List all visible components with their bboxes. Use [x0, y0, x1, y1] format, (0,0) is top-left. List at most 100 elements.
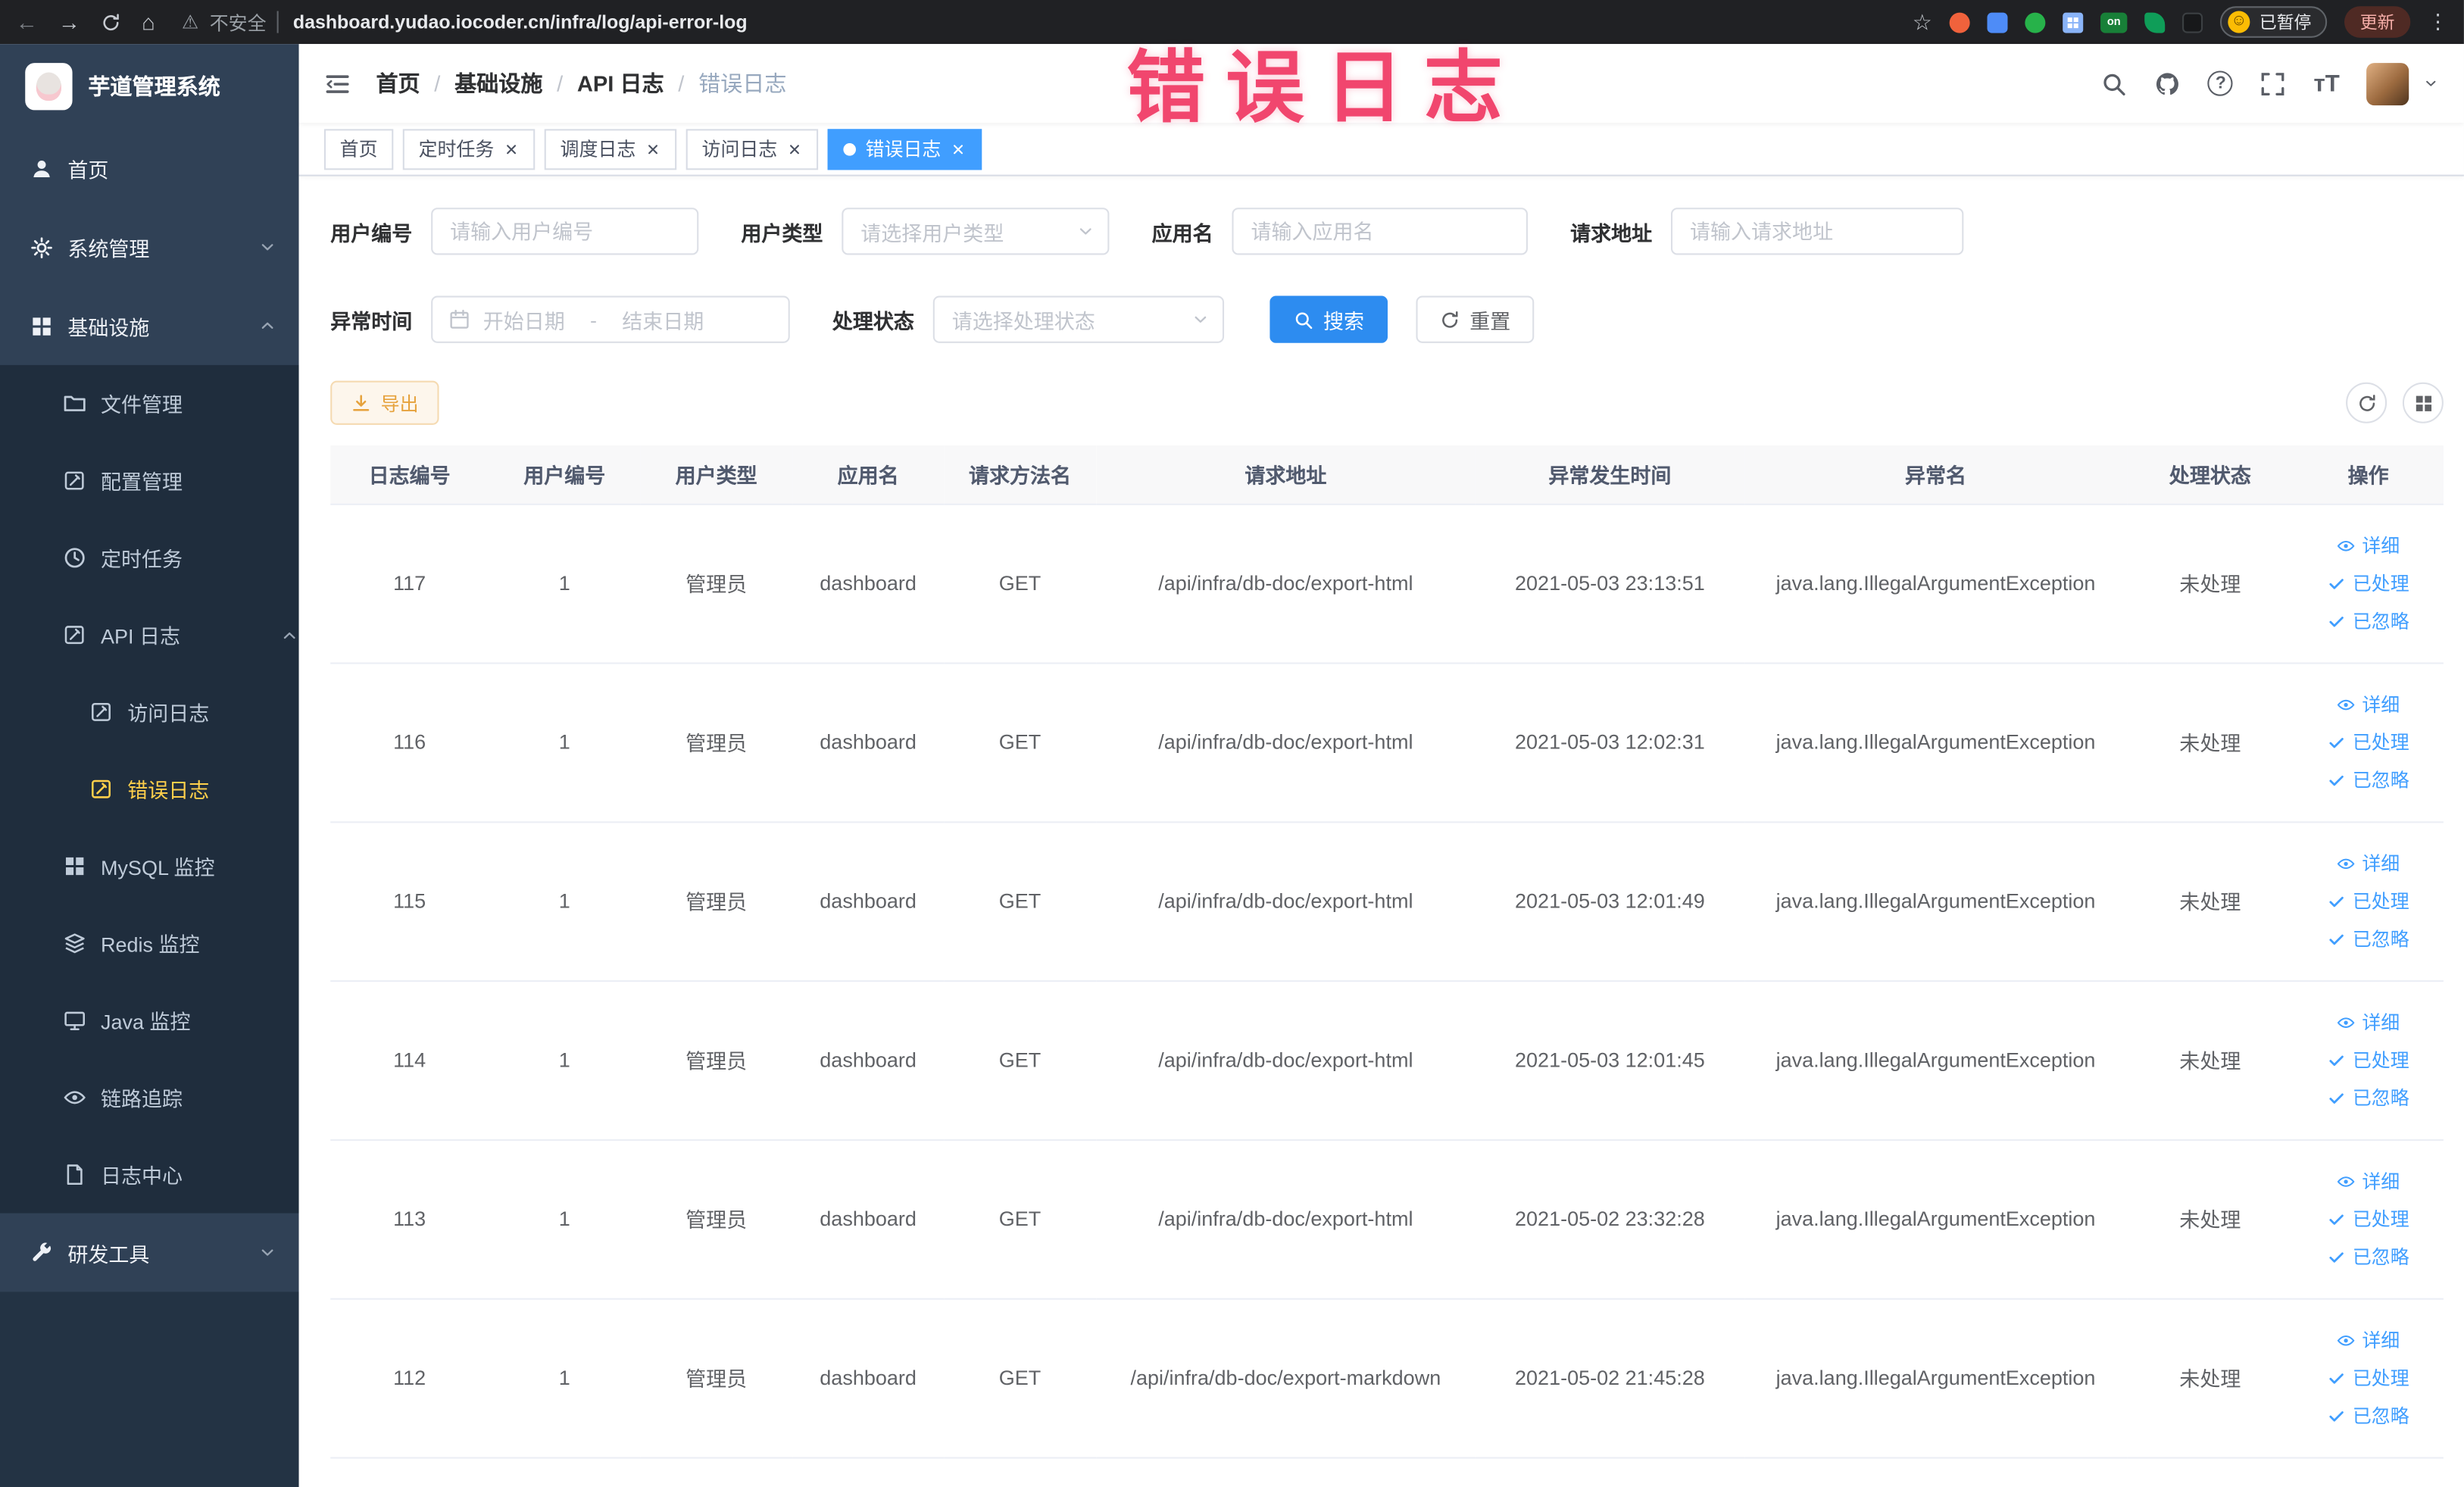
action-processed-link[interactable]: 已处理: [2328, 1205, 2409, 1232]
action-ignored-link[interactable]: 已忽略: [2328, 925, 2409, 951]
app-logo[interactable]: 芋道管理系统: [0, 44, 299, 129]
action-processed-link[interactable]: 已处理: [2328, 729, 2409, 755]
user-type-select[interactable]: 请选择用户类型: [842, 208, 1110, 255]
sidebar-item-dev-tools[interactable]: 研发工具: [0, 1214, 299, 1292]
tab-error-log[interactable]: 错误日志: [827, 128, 982, 170]
browser-menu-icon[interactable]: ⋮: [2428, 9, 2448, 34]
address-bar[interactable]: ⚠ 不安全 dashboard.yudao.iocoder.cn/infra/l…: [182, 8, 1892, 35]
export-button[interactable]: 导出: [330, 380, 439, 425]
browser-update-button[interactable]: 更新: [2344, 6, 2411, 38]
breadcrumb-item[interactable]: 基础设施: [454, 67, 542, 99]
sidebar-item-redis-monitor[interactable]: Redis 监控: [0, 904, 299, 982]
github-icon[interactable]: [2155, 70, 2181, 96]
action-label: 详细: [2362, 694, 2400, 717]
action-detail-link[interactable]: 详细: [2337, 532, 2400, 558]
action-processed-link[interactable]: 已处理: [2328, 1364, 2409, 1391]
action-ignored-link[interactable]: 已忽略: [2328, 1402, 2409, 1429]
sidebar-item-config-mgmt[interactable]: 配置管理: [0, 442, 299, 520]
sidebar-filler: [0, 1292, 299, 1487]
extension-pin-icon[interactable]: [2182, 11, 2203, 33]
sidebar-item-file-mgmt[interactable]: 文件管理: [0, 365, 299, 442]
hamburger-icon[interactable]: [324, 70, 351, 96]
sidebar-item-error-log[interactable]: 错误日志: [0, 751, 299, 828]
browser-reload-icon[interactable]: [101, 12, 121, 33]
action-ignored-link[interactable]: 已忽略: [2328, 767, 2409, 793]
layers-icon: [63, 932, 86, 955]
sidebar-item-log-center[interactable]: 日志中心: [0, 1136, 299, 1214]
refresh-table-button[interactable]: [2346, 382, 2387, 423]
fullscreen-icon[interactable]: [2260, 70, 2287, 96]
refresh-icon: [101, 12, 121, 33]
action-detail-link[interactable]: 详细: [2337, 1167, 2400, 1194]
select-placeholder: 请选择用户类型: [860, 220, 1004, 245]
cell-exception-time: 2021-05-03 12:01:45: [1475, 980, 1744, 1140]
browser-home-icon[interactable]: ⌂: [142, 11, 155, 33]
extension-leaf-icon[interactable]: [2144, 11, 2166, 33]
row-actions: 详细 已处理 已忽略: [2293, 1167, 2443, 1270]
close-icon[interactable]: [787, 141, 803, 157]
extension-blue-icon[interactable]: [1987, 11, 2008, 33]
avatar[interactable]: [2366, 62, 2409, 105]
request-url-input[interactable]: [1671, 208, 1964, 255]
breadcrumb-item[interactable]: 首页: [376, 67, 420, 99]
reset-button[interactable]: 重置: [1416, 295, 1535, 343]
search-button[interactable]: 搜索: [1269, 295, 1388, 343]
action-processed-link[interactable]: 已处理: [2328, 888, 2409, 914]
sidebar-item-home[interactable]: 首页: [0, 129, 299, 208]
page-content: 用户编号 用户类型 请选择用户类型 应用名: [298, 176, 2464, 1487]
sidebar-item-system-mgmt[interactable]: 系统管理: [0, 208, 299, 286]
cell-app-name: dashboard: [792, 1298, 945, 1458]
browser-back-icon[interactable]: ←: [16, 11, 38, 33]
cell-method: GET: [944, 662, 1096, 823]
action-ignored-link[interactable]: 已忽略: [2328, 608, 2409, 634]
action-detail-link[interactable]: 详细: [2337, 850, 2400, 876]
sidebar-item-trace[interactable]: 链路追踪: [0, 1059, 299, 1136]
close-icon[interactable]: [951, 141, 967, 157]
tab-schedule-log[interactable]: 调度日志: [544, 128, 677, 170]
browser-forward-icon[interactable]: →: [58, 11, 80, 33]
browser-actions: ☆ on ☺ 已暂停 更新 ⋮: [1913, 6, 2448, 38]
sidebar-item-infrastructure[interactable]: 基础设施: [0, 286, 299, 365]
table-row: 116 1 管理员 dashboard GET /api/infra/db-do…: [330, 662, 2444, 823]
extension-orange-icon[interactable]: [1949, 11, 1970, 33]
chevron-down-icon[interactable]: [2423, 76, 2439, 92]
action-detail-link[interactable]: 详细: [2337, 1008, 2400, 1035]
help-icon[interactable]: ?: [2208, 70, 2234, 96]
user-id-input[interactable]: [431, 208, 699, 255]
action-processed-link[interactable]: 已处理: [2328, 570, 2409, 596]
action-detail-link[interactable]: 详细: [2337, 1326, 2400, 1353]
bookmark-star-icon[interactable]: ☆: [1913, 11, 1932, 33]
action-ignored-link[interactable]: 已忽略: [2328, 1243, 2409, 1270]
tab-scheduled-jobs[interactable]: 定时任务: [402, 128, 536, 170]
search-icon[interactable]: [2101, 70, 2128, 96]
sidebar-item-java-monitor[interactable]: Java 监控: [0, 982, 299, 1059]
close-icon[interactable]: [645, 141, 661, 157]
cell-exception-time: 2021-05-02 23:32:28: [1475, 1139, 1744, 1299]
sidebar-item-mysql-monitor[interactable]: MySQL 监控: [0, 828, 299, 905]
cell-log-id: 116: [330, 662, 489, 823]
process-status-select[interactable]: 请选择处理状态: [932, 295, 1225, 343]
app-name-input[interactable]: [1232, 208, 1529, 255]
paused-button[interactable]: ☺ 已暂停: [2219, 6, 2328, 38]
filter-item-user-id: 用户编号: [330, 208, 699, 255]
tab-home[interactable]: 首页: [323, 128, 394, 170]
action-label: 详细: [2362, 535, 2400, 558]
sidebar-item-api-log[interactable]: API 日志: [0, 596, 299, 673]
tab-access-log[interactable]: 访问日志: [685, 128, 819, 170]
extension-on-badge[interactable]: on: [2100, 11, 2128, 33]
extension-grid-icon[interactable]: [2063, 11, 2084, 33]
column-settings-button[interactable]: [2402, 382, 2444, 423]
breadcrumb-item[interactable]: API 日志: [577, 67, 664, 99]
grid-icon: [2412, 392, 2433, 413]
action-detail-link[interactable]: 详细: [2337, 691, 2400, 717]
font-size-icon[interactable]: тT: [2313, 70, 2339, 96]
sidebar-item-access-log[interactable]: 访问日志: [0, 673, 299, 751]
extension-green-icon[interactable]: [2025, 11, 2046, 33]
action-processed-link[interactable]: 已处理: [2328, 1046, 2409, 1073]
action-ignored-link[interactable]: 已忽略: [2328, 1084, 2409, 1111]
sidebar-item-scheduled-jobs[interactable]: 定时任务: [0, 519, 299, 596]
close-icon[interactable]: [504, 141, 520, 157]
exception-time-range-picker[interactable]: 开始日期 - 结束日期: [431, 295, 790, 343]
menu-label: Redis 监控: [100, 932, 200, 957]
row-actions: 详细 已处理 已忽略: [2293, 691, 2443, 793]
